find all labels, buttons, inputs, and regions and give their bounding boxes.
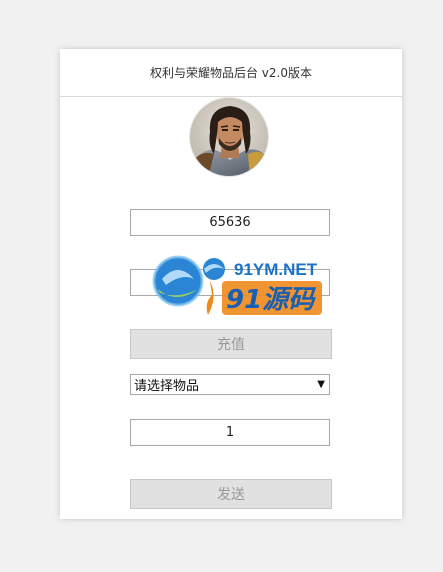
panel-header: 权利与荣耀物品后台 v2.0版本: [60, 49, 402, 97]
dropdown-arrow-icon: ▼: [317, 379, 325, 390]
send-button-label: 发送: [217, 487, 245, 503]
account-input[interactable]: [130, 209, 330, 236]
warrior-portrait-icon: [190, 98, 268, 176]
recharge-button-label: 充值: [217, 337, 245, 353]
page-title: 权利与荣耀物品后台 v2.0版本: [149, 66, 312, 80]
watermark-chinese-text: 91源码: [226, 285, 316, 315]
watermark-latin-text: 91YM.NET: [234, 260, 318, 279]
send-button[interactable]: 发送: [130, 479, 332, 509]
quantity-input[interactable]: [130, 419, 330, 446]
item-select-value: 请选择物品: [134, 379, 200, 394]
watermark-91-icon: 91YM.NET 91源码: [152, 255, 322, 315]
recharge-button[interactable]: 充值: [130, 329, 332, 359]
watermark-logo: 91YM.NET 91源码: [152, 249, 327, 324]
item-select[interactable]: 请选择物品 ▼: [130, 374, 330, 395]
avatar: [189, 97, 269, 177]
